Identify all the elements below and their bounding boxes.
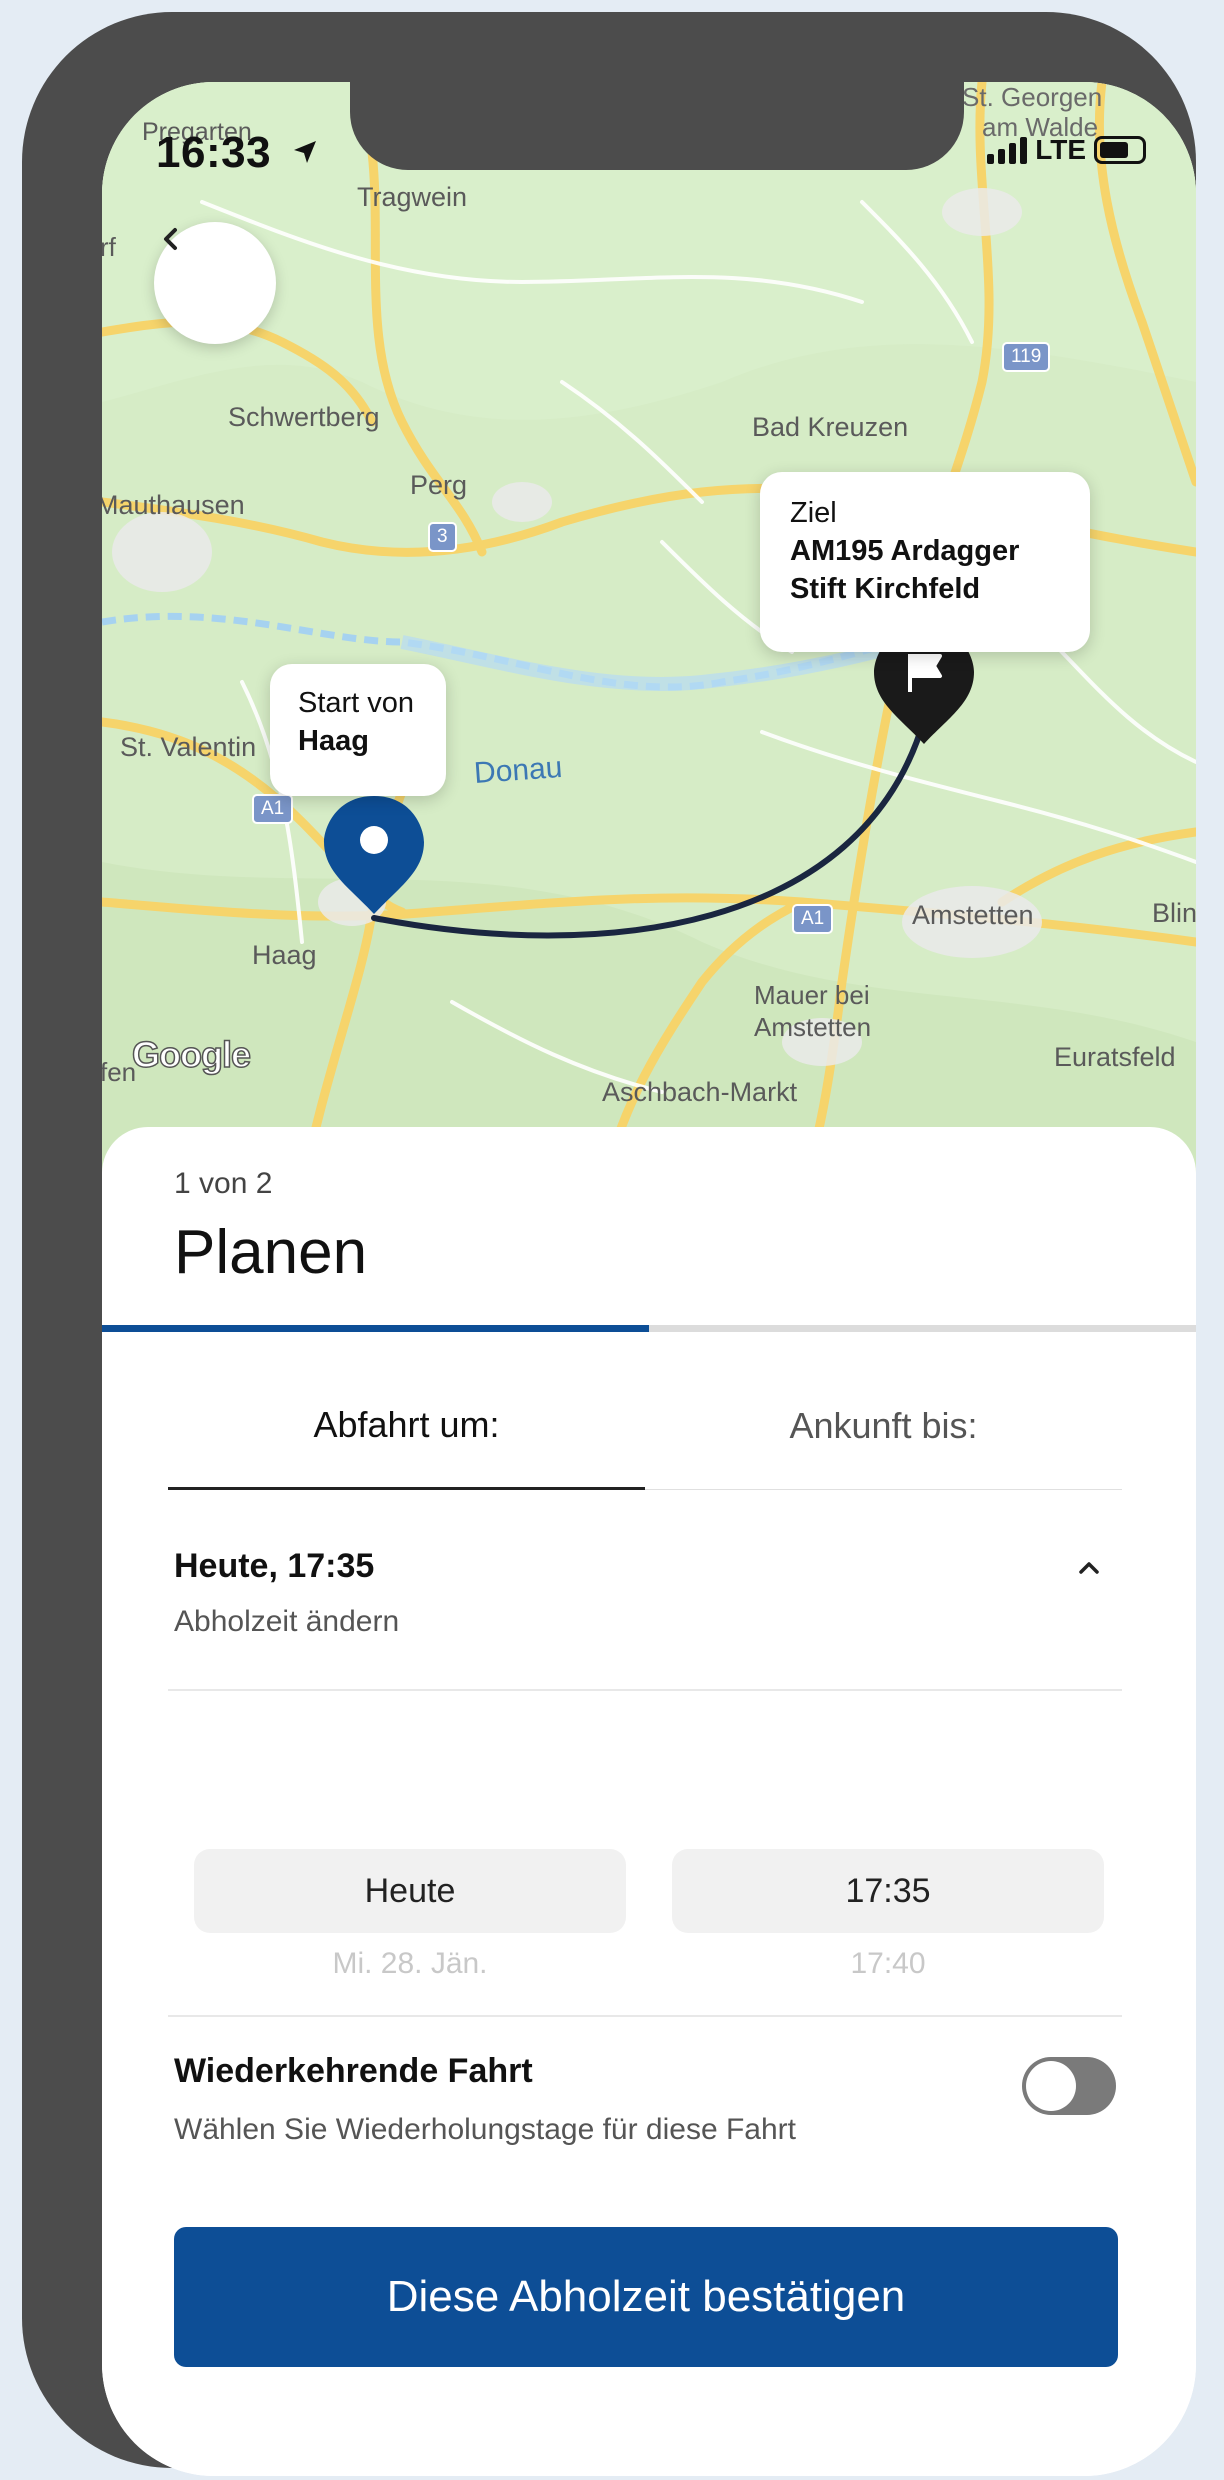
- confirm-pickup-time-button[interactable]: Diese Abholzeit bestätigen: [174, 2227, 1118, 2367]
- map-label-rf: rf: [102, 232, 116, 262]
- time-picker-next[interactable]: 17:40: [672, 1947, 1104, 1981]
- map-label-tragwein: Tragwein: [357, 182, 468, 212]
- map-label-schwertberg: Schwertberg: [228, 402, 380, 432]
- destination-callout-label: Ziel: [790, 497, 837, 529]
- destination-callout-line3: Stift Kirchfeld: [790, 573, 981, 605]
- pickup-time-title[interactable]: Heute, 17:35: [174, 1547, 374, 1586]
- step-progress-bar: [102, 1325, 1196, 1332]
- day-picker-next[interactable]: Mi. 28. Jän.: [194, 1947, 626, 1981]
- route-map[interactable]: Pregarten Tragwein St. Georgen am Walde …: [102, 82, 1196, 1192]
- map-label-mauthausen: Mauthausen: [102, 490, 245, 520]
- google-attribution: Google: [131, 1033, 252, 1076]
- map-label-mauer-bei: Mauer bei: [754, 980, 870, 1010]
- back-button[interactable]: [154, 222, 276, 344]
- destination-callout-line2: AM195 Ardagger: [790, 535, 1020, 567]
- map-label-aschbach: Aschbach-Markt: [602, 1077, 798, 1107]
- pickup-time-subtitle: Abholzeit ändern: [174, 1605, 400, 1638]
- planning-sheet: 1 von 2 Planen Abfahrt um: Ankunft bis: …: [102, 1127, 1196, 2476]
- phone-screen: Pregarten Tragwein St. Georgen am Walde …: [102, 82, 1196, 2476]
- recurring-ride-title: Wiederkehrende Fahrt: [174, 2052, 533, 2090]
- map-label-bad-kreuzen: Bad Kreuzen: [752, 412, 909, 442]
- road-shield-a1-left: A1: [252, 794, 294, 824]
- recurring-ride-toggle[interactable]: [1022, 2057, 1116, 2115]
- map-label-donau: Donau: [472, 750, 564, 791]
- time-mode-tabs: Abfahrt um: Ankunft bis:: [168, 1362, 1122, 1490]
- time-picker-selected[interactable]: 17:35: [672, 1849, 1104, 1933]
- map-label-euratsfeld: Euratsfeld: [1054, 1042, 1176, 1072]
- start-callout-place: Haag: [298, 725, 369, 757]
- road-shield-a1-right: A1: [792, 904, 834, 934]
- network-type: LTE: [1035, 134, 1086, 165]
- recurring-ride-subtitle: Wählen Sie Wiederholungstage für diese F…: [174, 2113, 797, 2146]
- day-picker-selected[interactable]: Heute: [194, 1849, 626, 1933]
- destination-callout: Ziel AM195 Ardagger Stift Kirchfeld: [760, 472, 1090, 652]
- signal-icon: [987, 136, 1028, 164]
- phone-frame: Pregarten Tragwein St. Georgen am Walde …: [22, 12, 1196, 2476]
- road-shield-3: 3: [428, 522, 457, 552]
- status-bar-indicators: LTE: [987, 134, 1146, 166]
- page-title: Planen: [174, 1218, 368, 1287]
- map-label-perg: Perg: [410, 470, 468, 500]
- map-label-haag: Haag: [252, 940, 317, 970]
- battery-icon: [1094, 136, 1146, 164]
- tab-departure[interactable]: Abfahrt um:: [168, 1362, 645, 1490]
- status-time-text: 16:33: [156, 128, 272, 177]
- map-label-blin: Blin: [1152, 898, 1196, 928]
- tab-arrival[interactable]: Ankunft bis:: [645, 1362, 1122, 1490]
- map-label-st-valentin: St. Valentin: [120, 732, 257, 762]
- chevron-up-icon[interactable]: [1072, 1555, 1106, 1581]
- map-label-amstetten: Amstetten: [912, 900, 1034, 930]
- start-callout: Start von Haag: [270, 664, 446, 796]
- start-callout-label: Start von: [298, 687, 415, 719]
- chevron-left-icon: [164, 228, 177, 250]
- step-progress-fill: [102, 1325, 649, 1332]
- step-indicator: 1 von 2: [174, 1167, 273, 1200]
- toggle-knob: [1026, 2061, 1076, 2111]
- map-label-st-georgen: St. Georgen: [962, 82, 1103, 112]
- divider: [168, 1689, 1122, 1691]
- status-bar-time: 16:33: [156, 128, 320, 178]
- road-shield-119: 119: [1002, 342, 1051, 372]
- divider: [168, 2015, 1122, 2017]
- map-label-mauer-amstetten: Amstetten: [754, 1012, 872, 1042]
- device-notch: [350, 82, 964, 170]
- location-arrow-icon: [293, 141, 316, 163]
